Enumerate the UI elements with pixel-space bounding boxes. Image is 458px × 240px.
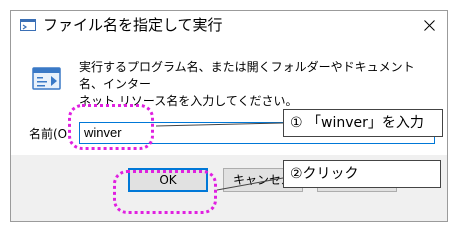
name-label: 名前(O (29, 127, 68, 141)
ok-highlight-ring (113, 170, 217, 214)
callout-step-1: ① 「winver」を入力 (283, 109, 443, 137)
callout-step-2: ②クリック (283, 160, 441, 188)
window-title: ファイル名を指定して実行 (43, 16, 223, 34)
input-highlight-ring (68, 104, 154, 150)
description-line-1: 実行するプログラム名、または開くフォルダーやドキュメント名、インター (79, 60, 415, 91)
run-icon (20, 18, 36, 32)
run-program-icon (31, 62, 63, 94)
close-icon (424, 20, 435, 31)
description-text: 実行するプログラム名、または開くフォルダーやドキュメント名、インター ネット リ… (79, 59, 435, 110)
close-button[interactable] (411, 11, 447, 39)
title-bar[interactable]: ファイル名を指定して実行 (11, 11, 447, 39)
